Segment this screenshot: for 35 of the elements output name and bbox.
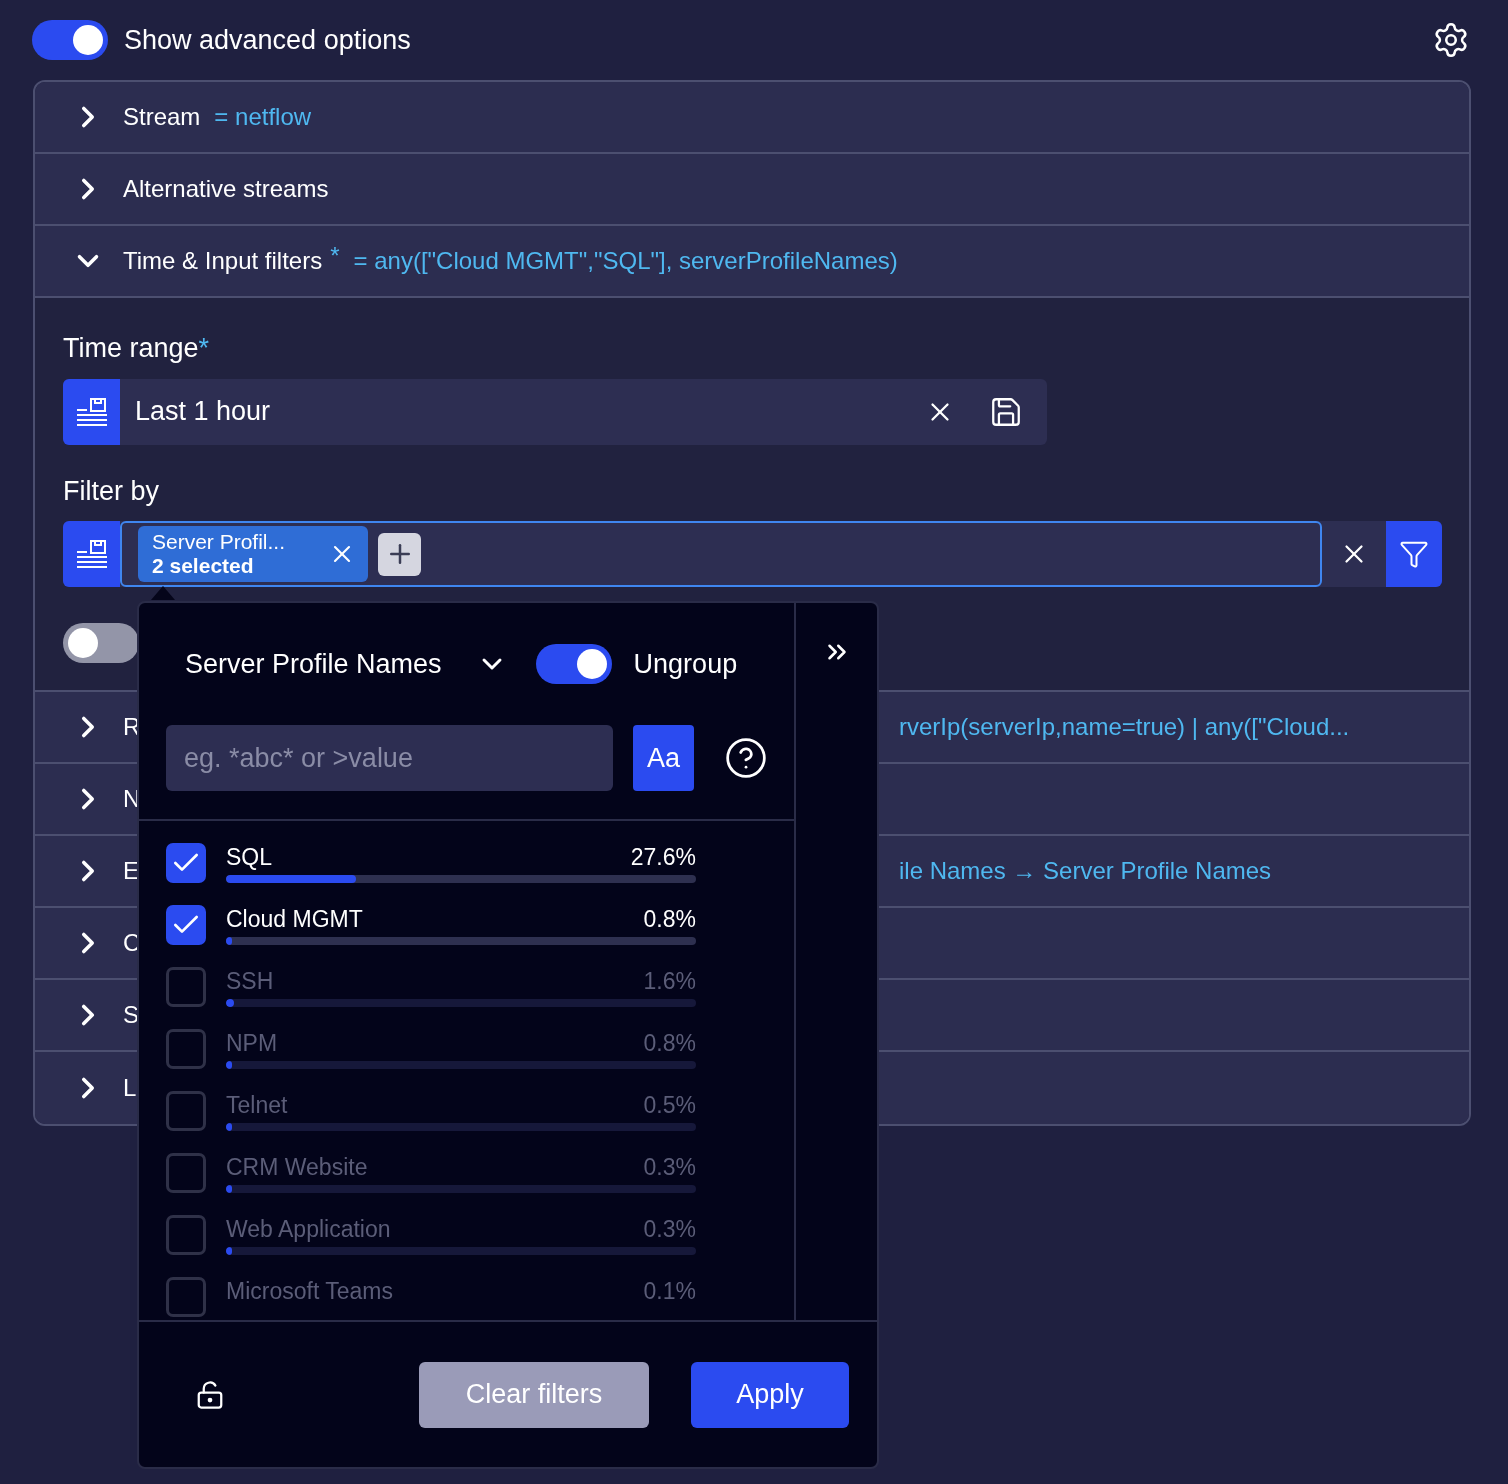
- section-value: rverIp(serverIp,name=true) | any(["Cloud...: [899, 712, 1350, 742]
- section-title: Stream: [123, 102, 201, 132]
- option-percent: 0.5%: [643, 1091, 696, 1119]
- section-title: E: [123, 856, 139, 886]
- chip-count: 2 selected: [152, 554, 255, 578]
- option-label: Microsoft Teams: [226, 1277, 393, 1305]
- section-value: = netflow: [214, 102, 312, 132]
- option-label: SQL: [226, 843, 273, 871]
- option-percent: 0.8%: [643, 905, 696, 933]
- option-label: Telnet: [226, 1091, 288, 1119]
- option-label: Cloud MGMT: [226, 905, 363, 933]
- toggle-label: Show advanced options: [124, 23, 411, 57]
- section-title: Time & Input filters: [123, 246, 323, 276]
- option-percent: 1.6%: [643, 967, 696, 995]
- field-label: Time range: [63, 332, 199, 365]
- ungroup-label: Ungroup: [633, 647, 738, 681]
- option-percent: 27.6%: [630, 843, 696, 871]
- section-value: = any(["Cloud MGMT","SQL"], serverProfileNames): [353, 246, 898, 276]
- time-range-value: Last 1 hour: [135, 395, 271, 429]
- option-percent: 0.3%: [643, 1153, 696, 1181]
- chip-title: Server Profil...: [152, 530, 286, 554]
- required-mark: *: [198, 332, 210, 365]
- section-value: ile Names → Server Profile Names: [899, 856, 1272, 886]
- section-title: S: [123, 1000, 139, 1030]
- field-label: Filter by: [63, 474, 161, 508]
- option-percent: 0.8%: [643, 1029, 696, 1057]
- option-label: SSH: [226, 967, 274, 995]
- option-label: CRM Website: [226, 1153, 368, 1181]
- section-title: Alternative streams: [123, 174, 329, 204]
- option-percent: 0.3%: [643, 1215, 696, 1243]
- section-title: L: [123, 1073, 137, 1103]
- option-label: NPM: [226, 1029, 278, 1057]
- option-percent: 0.1%: [643, 1277, 696, 1305]
- required-mark: *: [330, 241, 340, 271]
- option-label: Web Application: [226, 1215, 391, 1243]
